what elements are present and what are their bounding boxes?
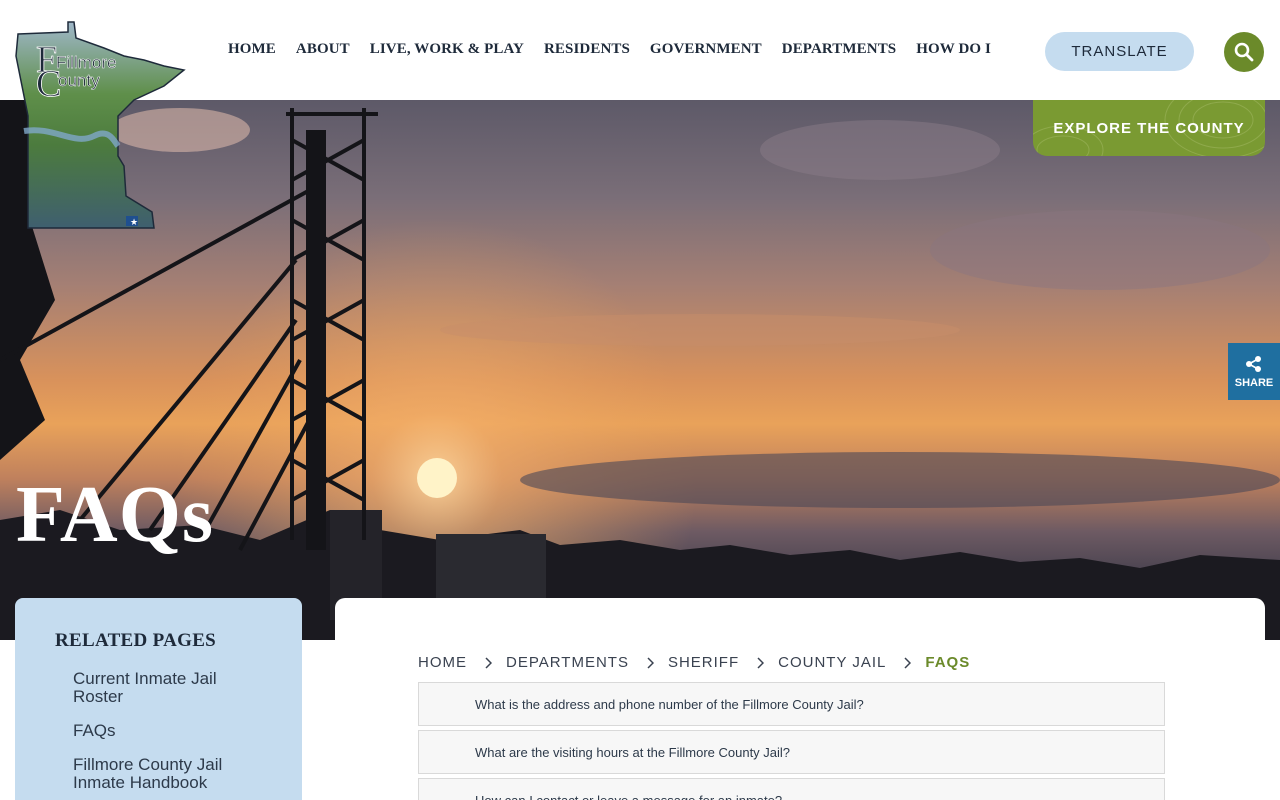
- chevron-right-icon: [757, 656, 765, 669]
- nav-departments[interactable]: DEPARTMENTS: [782, 41, 896, 58]
- nav-about[interactable]: ABOUT: [296, 41, 350, 58]
- breadcrumb-home[interactable]: HOME: [418, 654, 467, 671]
- nav-home[interactable]: HOME: [228, 41, 276, 58]
- explore-county-button[interactable]: EXPLORE THE COUNTY: [1033, 100, 1265, 156]
- nav-live-work-play[interactable]: LIVE, WORK & PLAY: [370, 41, 524, 58]
- explore-label: EXPLORE THE COUNTY: [1053, 119, 1245, 137]
- related-pages-panel: RELATED PAGES Current Inmate Jail Roster…: [15, 598, 302, 800]
- chevron-right-icon: [904, 656, 912, 669]
- faq-item-address[interactable]: What is the address and phone number of …: [418, 682, 1165, 726]
- main-nav: HOME ABOUT LIVE, WORK & PLAY RESIDENTS G…: [228, 41, 1011, 58]
- share-icon: [1246, 355, 1261, 372]
- related-link-inmate-roster[interactable]: Current Inmate Jail Roster: [73, 670, 262, 706]
- search-icon: [1234, 42, 1254, 62]
- related-link-faqs[interactable]: FAQs: [73, 722, 262, 740]
- translate-button[interactable]: TRANSLATE: [1045, 32, 1194, 71]
- chevron-right-icon: [647, 656, 654, 669]
- breadcrumb-faqs-current: FAQS: [925, 654, 971, 671]
- county-logo[interactable]: ★ F Fillmore C ounty: [14, 16, 189, 231]
- minnesota-map-logo-icon: ★ F Fillmore C ounty: [15, 21, 186, 229]
- breadcrumb: HOME DEPARTMENTS SHERIFF COUNTY JAIL FAQ…: [418, 654, 970, 671]
- share-button[interactable]: SHARE: [1228, 343, 1280, 400]
- nav-residents[interactable]: RESIDENTS: [544, 41, 630, 58]
- svg-text:ounty: ounty: [58, 71, 100, 90]
- faq-list: What is the address and phone number of …: [418, 682, 1165, 800]
- faq-item-contact-inmate[interactable]: How can I contact or leave a message for…: [418, 778, 1165, 800]
- breadcrumb-county-jail[interactable]: COUNTY JAIL: [778, 654, 886, 671]
- share-label: SHARE: [1234, 376, 1274, 389]
- related-pages-list: Current Inmate Jail Roster FAQs Fillmore…: [55, 670, 262, 792]
- chevron-right-icon: [485, 656, 492, 669]
- faq-item-visiting-hours[interactable]: What are the visiting hours at the Fillm…: [418, 730, 1165, 774]
- content-card: HOME DEPARTMENTS SHERIFF COUNTY JAIL FAQ…: [335, 598, 1265, 800]
- search-button[interactable]: [1224, 32, 1264, 72]
- svg-text:Fillmore: Fillmore: [56, 53, 116, 72]
- breadcrumb-departments[interactable]: DEPARTMENTS: [506, 654, 629, 671]
- svg-text:★: ★: [130, 218, 138, 228]
- related-link-inmate-handbook[interactable]: Fillmore County Jail Inmate Handbook: [73, 756, 262, 792]
- nav-government[interactable]: GOVERNMENT: [650, 41, 762, 58]
- breadcrumb-sheriff[interactable]: SHERIFF: [668, 654, 739, 671]
- related-pages-heading: RELATED PAGES: [55, 630, 217, 651]
- site-header: HOME ABOUT LIVE, WORK & PLAY RESIDENTS G…: [0, 0, 1280, 100]
- nav-how-do-i[interactable]: HOW DO I: [916, 41, 991, 58]
- page-title: FAQs: [16, 471, 215, 559]
